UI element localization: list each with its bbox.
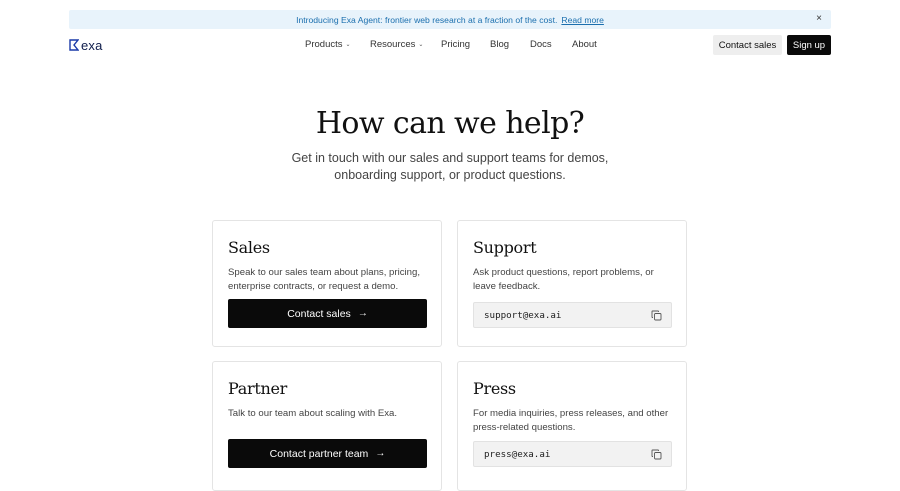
support-email[interactable]: support@exa.ai: [484, 310, 561, 321]
card-title: Sales: [228, 238, 270, 257]
contact-sales-nav-button[interactable]: Contact sales: [713, 35, 782, 55]
sign-up-button[interactable]: Sign up: [787, 35, 831, 55]
read-more-link[interactable]: Read more: [561, 15, 604, 25]
announcement-text: Introducing Exa Agent: frontier web rese…: [296, 14, 558, 25]
card-description: For media inquiries, press releases, and…: [473, 408, 669, 433]
nav-item-resources[interactable]: Resources ⌄: [370, 39, 423, 50]
chevron-down-icon: ⌄: [345, 42, 351, 48]
nav-item-label: Blog: [490, 39, 510, 50]
chevron-down-icon: ⌄: [418, 42, 424, 48]
copy-icon[interactable]: [651, 449, 662, 460]
support-email-box: support@exa.ai: [473, 302, 672, 328]
press-card: Press For media inquiries, press release…: [457, 361, 687, 491]
contact-partner-button[interactable]: Contact partner team →: [228, 439, 427, 468]
button-label: Contact partner team: [269, 447, 369, 460]
nav-item-label: Docs: [530, 39, 552, 50]
top-nav: exa Products ⌄ Resources ⌄ Pricing Blog Do…: [0, 34, 900, 56]
nav-item-docs[interactable]: Docs: [530, 39, 552, 50]
close-icon[interactable]: ×: [816, 13, 822, 25]
button-label: Contact sales: [287, 307, 351, 320]
press-email-box: press@exa.ai: [473, 441, 672, 467]
card-description: Ask product questions, report problems, …: [473, 267, 654, 292]
announcement-banner: Introducing Exa Agent: frontier web rese…: [69, 10, 831, 29]
arrow-right-icon: →: [357, 308, 368, 319]
nav-item-label: Resources: [370, 39, 416, 50]
card-title: Support: [473, 238, 537, 257]
page-subtitle: Get in touch with our sales and support …: [291, 151, 609, 182]
page-title: How can we help?: [315, 106, 585, 141]
press-email[interactable]: press@exa.ai: [484, 449, 550, 460]
partner-card: Partner Talk to our team about scaling w…: [212, 361, 442, 491]
nav-item-pricing[interactable]: Pricing: [441, 39, 470, 50]
nav-item-blog[interactable]: Blog: [490, 39, 509, 50]
copy-icon[interactable]: [651, 310, 662, 321]
nav-item-products[interactable]: Products ⌄: [305, 39, 351, 50]
nav-item-label: Products: [305, 39, 343, 50]
card-title: Partner: [228, 379, 287, 398]
card-title: Press: [473, 379, 516, 398]
contact-sales-button[interactable]: Contact sales →: [228, 299, 427, 328]
nav-item-label: Pricing: [441, 39, 471, 50]
nav-item-label: About: [572, 39, 597, 50]
card-description: Speak to our sales team about plans, pri…: [228, 267, 420, 292]
arrow-right-icon: →: [375, 448, 386, 459]
nav-item-about[interactable]: About: [572, 39, 597, 50]
card-description: Talk to our team about scaling with Exa.: [228, 408, 398, 419]
sales-card: Sales Speak to our sales team about plan…: [212, 220, 442, 347]
support-card: Support Ask product questions, report pr…: [457, 220, 687, 347]
